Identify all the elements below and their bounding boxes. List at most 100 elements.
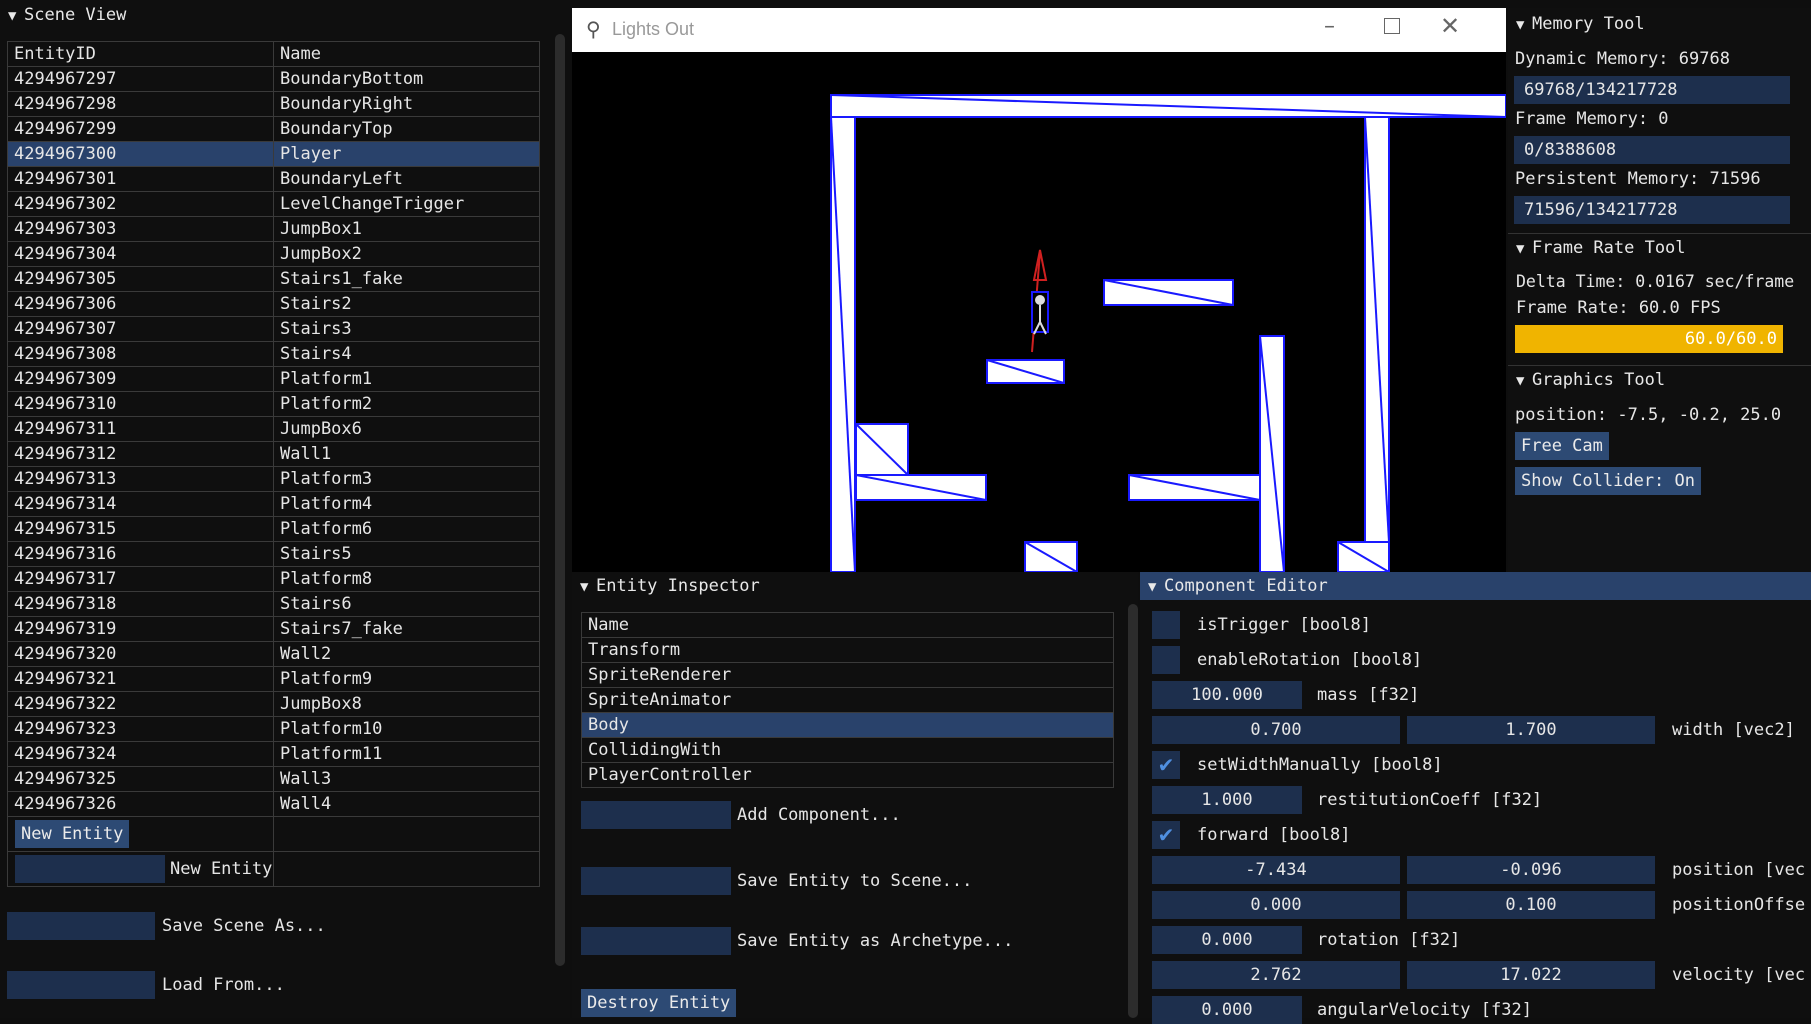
entity-name-cell[interactable]: Stairs1_fake: [273, 266, 540, 292]
mass-input[interactable]: 100.000: [1152, 681, 1302, 709]
entity-id-cell[interactable]: 4294967303: [7, 216, 274, 242]
table-row[interactable]: 4294967312 Wall1: [7, 441, 540, 467]
column-header-name[interactable]: Name: [273, 41, 540, 67]
table-row[interactable]: 4294967313 Platform3: [7, 466, 540, 492]
rotation-input[interactable]: 0.000: [1152, 926, 1302, 954]
entity-id-cell[interactable]: 4294967311: [7, 416, 274, 442]
entity-name-cell[interactable]: Platform3: [273, 466, 540, 492]
table-row[interactable]: 4294967306 Stairs2: [7, 291, 540, 317]
load-from-input[interactable]: [7, 971, 155, 999]
entity-name-cell[interactable]: Player: [273, 141, 540, 167]
save-entity-scene-label[interactable]: Save Entity to Scene...: [737, 871, 972, 891]
table-row[interactable]: 4294967298 BoundaryRight: [7, 91, 540, 117]
new-entity-button[interactable]: New Entity: [15, 820, 130, 848]
entity-name-cell[interactable]: JumpBox2: [273, 241, 540, 267]
entity-id-cell[interactable]: 4294967314: [7, 491, 274, 517]
entity-id-cell[interactable]: 4294967306: [7, 291, 274, 317]
table-row[interactable]: 4294967301 BoundaryLeft: [7, 166, 540, 192]
close-icon[interactable]: ✕: [1440, 12, 1460, 40]
table-row[interactable]: 4294967318 Stairs6: [7, 591, 540, 617]
entity-name-cell[interactable]: Platform9: [273, 666, 540, 692]
entity-id-cell[interactable]: 4294967313: [7, 466, 274, 492]
table-row[interactable]: 4294967310 Platform2: [7, 391, 540, 417]
entity-name-cell[interactable]: Platform6: [273, 516, 540, 542]
entity-id-cell[interactable]: 4294967320: [7, 641, 274, 667]
collapse-triangle-icon[interactable]: ▼: [1516, 367, 1532, 395]
component-name-cell[interactable]: Transform: [581, 637, 1114, 663]
inspector-scrollbar[interactable]: [1128, 604, 1138, 1018]
memory-tool-header[interactable]: ▼ Memory Tool: [1508, 10, 1811, 38]
entity-id-cell[interactable]: 4294967324: [7, 741, 274, 767]
table-row[interactable]: 4294967326 Wall4: [7, 791, 540, 817]
entity-inspector-header[interactable]: ▼ Entity Inspector: [572, 572, 1146, 600]
column-header-entityid[interactable]: EntityID: [7, 41, 274, 67]
entity-id-cell[interactable]: 4294967299: [7, 116, 274, 142]
table-row[interactable]: 4294967307 Stairs3: [7, 316, 540, 342]
scene-view-header[interactable]: ▼ Scene View: [0, 1, 568, 29]
entity-id-cell[interactable]: 4294967301: [7, 166, 274, 192]
save-entity-scene-input[interactable]: [581, 867, 731, 895]
entity-name-cell[interactable]: Platform2: [273, 391, 540, 417]
component-name-cell[interactable]: Body: [581, 712, 1114, 738]
entity-id-cell[interactable]: 4294967323: [7, 716, 274, 742]
entity-id-cell[interactable]: 4294967315: [7, 516, 274, 542]
component-row[interactable]: SpriteAnimator: [581, 687, 1114, 713]
table-row[interactable]: 4294967316 Stairs5: [7, 541, 540, 567]
entity-name-cell[interactable]: Platform8: [273, 566, 540, 592]
component-row[interactable]: Transform: [581, 637, 1114, 663]
table-row[interactable]: 4294967320 Wall2: [7, 641, 540, 667]
entity-name-cell[interactable]: Stairs3: [273, 316, 540, 342]
table-row[interactable]: 4294967317 Platform8: [7, 566, 540, 592]
entity-name-cell[interactable]: JumpBox8: [273, 691, 540, 717]
entity-name-cell[interactable]: Stairs6: [273, 591, 540, 617]
maximize-icon[interactable]: [1384, 18, 1400, 34]
entity-name-cell[interactable]: BoundaryTop: [273, 116, 540, 142]
entity-id-cell[interactable]: 4294967297: [7, 66, 274, 92]
entity-name-cell[interactable]: BoundaryRight: [273, 91, 540, 117]
entity-id-cell[interactable]: 4294967307: [7, 316, 274, 342]
table-row[interactable]: 4294967305 Stairs1_fake: [7, 266, 540, 292]
offset-x-input[interactable]: 0.000: [1152, 891, 1400, 919]
set-width-manually-checkbox[interactable]: ✔: [1152, 751, 1180, 779]
component-row[interactable]: PlayerController: [581, 762, 1114, 788]
width-x-input[interactable]: 0.700: [1152, 716, 1400, 744]
entity-id-cell[interactable]: 4294967304: [7, 241, 274, 267]
table-row[interactable]: 4294967309 Platform1: [7, 366, 540, 392]
table-row[interactable]: 4294967304 JumpBox2: [7, 241, 540, 267]
forward-checkbox[interactable]: ✔: [1152, 821, 1180, 849]
component-name-cell[interactable]: PlayerController: [581, 762, 1114, 788]
scene-view-scrollbar[interactable]: [555, 34, 565, 966]
position-x-input[interactable]: -7.434: [1152, 856, 1400, 884]
position-y-input[interactable]: -0.096: [1407, 856, 1655, 884]
entity-name-cell[interactable]: Wall1: [273, 441, 540, 467]
collapse-triangle-icon[interactable]: ▼: [1148, 573, 1164, 601]
entity-id-cell[interactable]: 4294967319: [7, 616, 274, 642]
entity-id-cell[interactable]: 4294967298: [7, 91, 274, 117]
entity-id-cell[interactable]: 4294967322: [7, 691, 274, 717]
entity-name-cell[interactable]: Stairs5: [273, 541, 540, 567]
width-y-input[interactable]: 1.700: [1407, 716, 1655, 744]
entity-name-cell[interactable]: BoundaryBottom: [273, 66, 540, 92]
graphics-tool-header[interactable]: ▼ Graphics Tool: [1508, 366, 1811, 394]
entity-name-cell[interactable]: JumpBox6: [273, 416, 540, 442]
save-scene-input[interactable]: [7, 912, 155, 940]
entity-name-cell[interactable]: Platform4: [273, 491, 540, 517]
entity-id-cell[interactable]: 4294967308: [7, 341, 274, 367]
component-row[interactable]: Body: [581, 712, 1114, 738]
is-trigger-checkbox[interactable]: [1152, 611, 1180, 639]
add-component-input[interactable]: [581, 801, 731, 829]
collapse-triangle-icon[interactable]: ▼: [1516, 11, 1532, 39]
frame-rate-tool-header[interactable]: ▼ Frame Rate Tool: [1508, 234, 1811, 262]
table-row[interactable]: 4294967299 BoundaryTop: [7, 116, 540, 142]
table-row[interactable]: 4294967322 JumpBox8: [7, 691, 540, 717]
save-archetype-input[interactable]: [581, 927, 731, 955]
entity-id-cell[interactable]: 4294967312: [7, 441, 274, 467]
table-row[interactable]: 4294967321 Platform9: [7, 666, 540, 692]
entity-name-cell[interactable]: Stairs2: [273, 291, 540, 317]
table-row[interactable]: 4294967323 Platform10: [7, 716, 540, 742]
entity-id-cell[interactable]: 4294967325: [7, 766, 274, 792]
load-from-label[interactable]: Load From...: [162, 975, 285, 995]
entity-name-cell[interactable]: Wall2: [273, 641, 540, 667]
destroy-entity-button[interactable]: Destroy Entity: [581, 989, 737, 1017]
table-row[interactable]: 4294967325 Wall3: [7, 766, 540, 792]
